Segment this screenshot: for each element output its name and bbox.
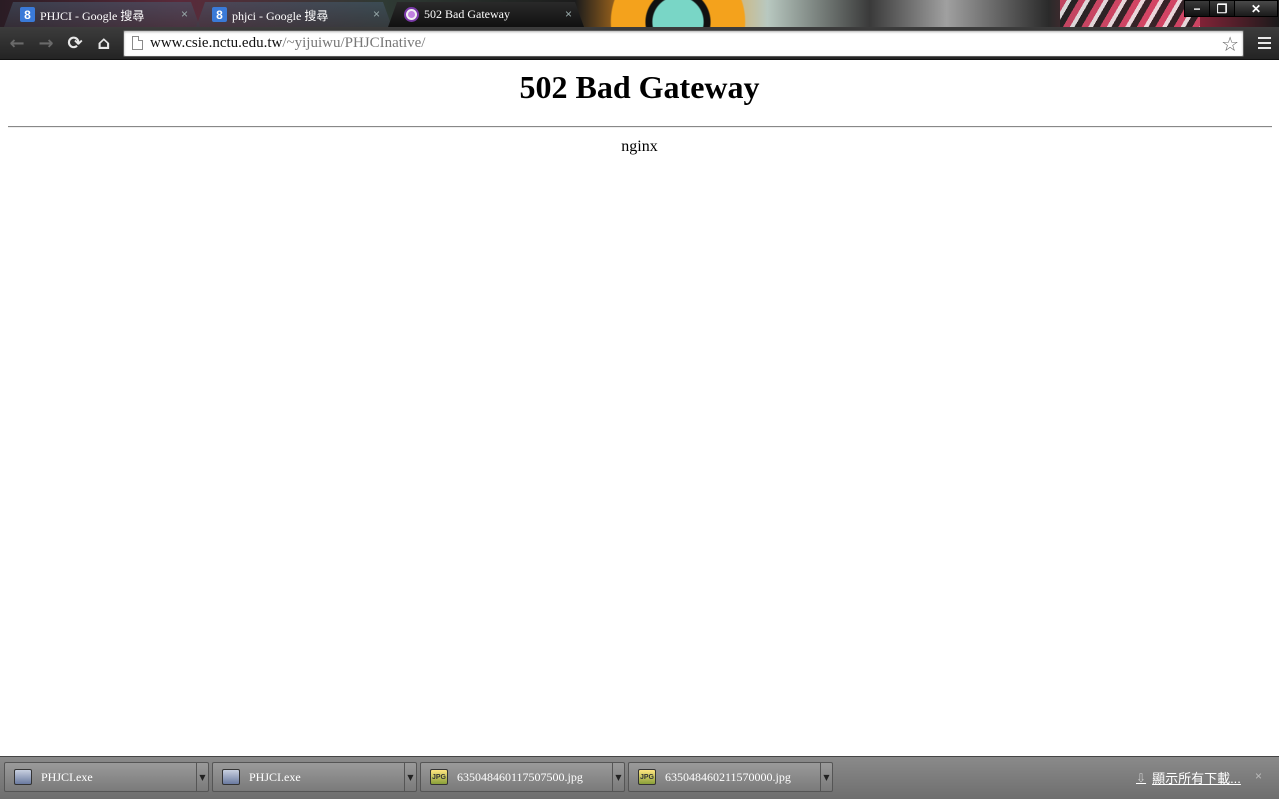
url-text[interactable]: www.csie.nctu.edu.tw/~yijuiwu/PHJCInativ… [150, 35, 425, 52]
tab[interactable]: 8 phjci - Google 搜尋 × [196, 2, 392, 27]
home-button[interactable]: ⌂ [92, 31, 116, 55]
reload-button[interactable]: ⟳ [63, 31, 87, 55]
close-shelf-icon[interactable]: × [1255, 769, 1262, 783]
download-item[interactable]: JPG 635048460211570000.jpg ▼ [628, 762, 833, 792]
download-menu-arrow-icon[interactable]: ▼ [404, 763, 416, 791]
server-name: nginx [621, 138, 658, 155]
close-window-button[interactable]: ✕ [1234, 0, 1278, 17]
error-page-icon [404, 7, 419, 22]
exe-file-icon [14, 769, 32, 785]
download-menu-arrow-icon[interactable]: ▼ [196, 763, 208, 791]
close-tab-icon[interactable]: × [565, 7, 572, 21]
download-item[interactable]: JPG 635048460117507500.jpg ▼ [420, 762, 625, 792]
download-item[interactable]: PHJCI.exe ▼ [4, 762, 209, 792]
tab-title: 502 Bad Gateway [424, 7, 510, 21]
show-all-downloads-label: 顯示所有下載... [1152, 771, 1241, 786]
theme-background-stripes [1060, 0, 1200, 27]
minimize-button[interactable]: − [1184, 0, 1210, 17]
show-all-downloads-link[interactable]: ⇩ 顯示所有下載... [1136, 768, 1241, 787]
url-path: /~yijuiwu/PHJCInative/ [282, 35, 426, 51]
bookmark-star-icon[interactable]: ☆ [1221, 32, 1239, 56]
download-filename: 635048460211570000.jpg [665, 770, 791, 784]
tab[interactable]: 8 PHJCI - Google 搜尋 × [4, 2, 200, 27]
jpg-file-icon: JPG [430, 769, 448, 785]
tab-title: phjci - Google 搜尋 [232, 9, 329, 23]
tab-active[interactable]: 502 Bad Gateway × [388, 2, 584, 27]
close-tab-icon[interactable]: × [373, 7, 380, 21]
jpg-file-icon: JPG [638, 769, 656, 785]
menu-icon[interactable] [1258, 37, 1271, 49]
browser-toolbar: ← → ⟳ ⌂ www.csie.nctu.edu.tw/~yijuiwu/PH… [0, 27, 1279, 60]
exe-file-icon [222, 769, 240, 785]
divider [8, 126, 1272, 128]
download-menu-arrow-icon[interactable]: ▼ [820, 763, 832, 791]
page-content: 502 Bad Gateway nginx [0, 61, 1279, 756]
google-icon: 8 [20, 7, 35, 22]
download-menu-arrow-icon[interactable]: ▼ [612, 763, 624, 791]
tab-title: PHJCI - Google 搜尋 [40, 9, 145, 23]
maximize-button[interactable]: ❐ [1209, 0, 1235, 17]
download-item[interactable]: PHJCI.exe ▼ [212, 762, 417, 792]
page-title: 502 Bad Gateway [519, 69, 760, 105]
forward-button[interactable]: → [34, 31, 58, 55]
download-filename: PHJCI.exe [249, 770, 301, 784]
download-shelf: PHJCI.exe ▼ PHJCI.exe ▼ JPG 635048460117… [0, 756, 1279, 799]
download-filename: 635048460117507500.jpg [457, 770, 583, 784]
tab-strip: 8 PHJCI - Google 搜尋 × 8 phjci - Google 搜… [0, 0, 1279, 27]
download-arrow-icon: ⇩ [1136, 770, 1147, 785]
url-host: www.csie.nctu.edu.tw [150, 35, 283, 51]
close-tab-icon[interactable]: × [181, 7, 188, 21]
theme-background [590, 0, 810, 27]
download-filename: PHJCI.exe [41, 770, 93, 784]
address-bar[interactable]: www.csie.nctu.edu.tw/~yijuiwu/PHJCInativ… [123, 30, 1244, 57]
page-icon [132, 36, 143, 50]
google-icon: 8 [212, 7, 227, 22]
back-button[interactable]: ← [5, 31, 29, 55]
